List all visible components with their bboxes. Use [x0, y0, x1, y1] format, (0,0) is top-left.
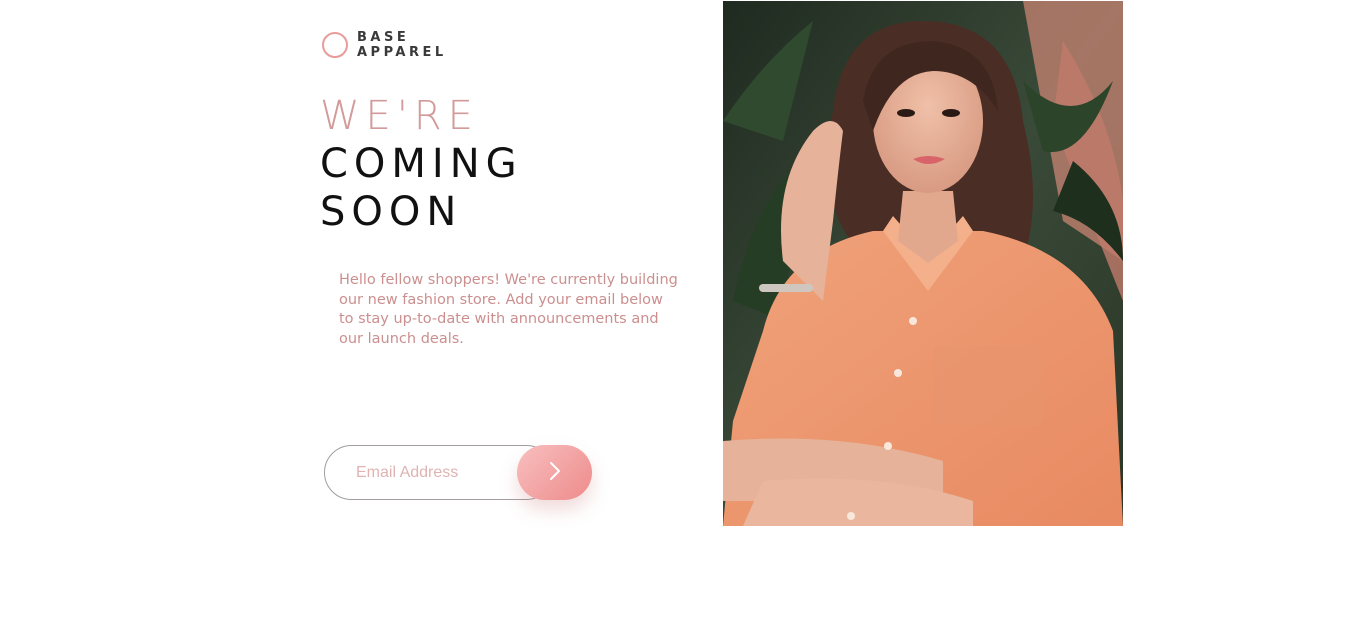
logo-line-1: BASE — [357, 30, 410, 45]
hero-image — [723, 1, 1123, 526]
chevron-right-icon — [549, 461, 561, 484]
headline-accent: WE'RE — [320, 93, 479, 139]
email-signup-form — [324, 445, 592, 500]
headline-line-3: SOON — [320, 189, 463, 235]
hero-photo-illustration — [723, 1, 1123, 526]
logo-ring-icon — [322, 32, 348, 58]
brand-logo: BASE APPAREL — [322, 30, 447, 60]
page-headline: WE'RE COMING SOON — [320, 92, 523, 236]
submit-button[interactable] — [517, 445, 592, 500]
coming-soon-page: BASE APPAREL WE'RE COMING SOON Hello fel… — [0, 0, 1366, 624]
intro-description: Hello fellow shoppers! We're currently b… — [339, 272, 678, 347]
logo-line-2: APPAREL — [357, 45, 447, 60]
headline-line-2: COMING — [320, 141, 523, 187]
logo-wordmark: BASE APPAREL — [357, 30, 447, 60]
